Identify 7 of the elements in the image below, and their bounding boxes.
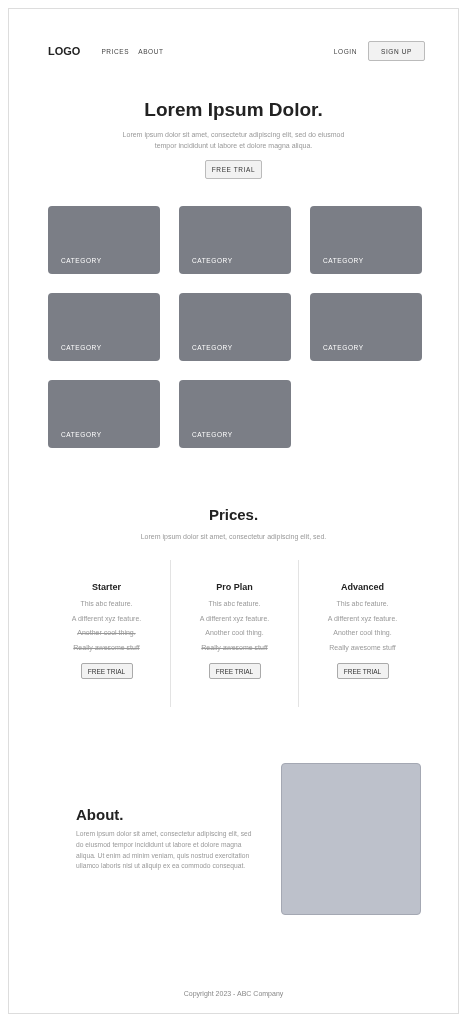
about-title: About. [76, 805, 125, 823]
prices-title: Prices. [208, 506, 259, 523]
plan-name: Advanced [341, 582, 384, 592]
plan-name: Pro Plan [216, 582, 253, 592]
plan-name: Starter [92, 582, 121, 592]
hero-title: Lorem Ipsum Dolor. [144, 99, 323, 121]
logo: LOGO [48, 45, 81, 57]
